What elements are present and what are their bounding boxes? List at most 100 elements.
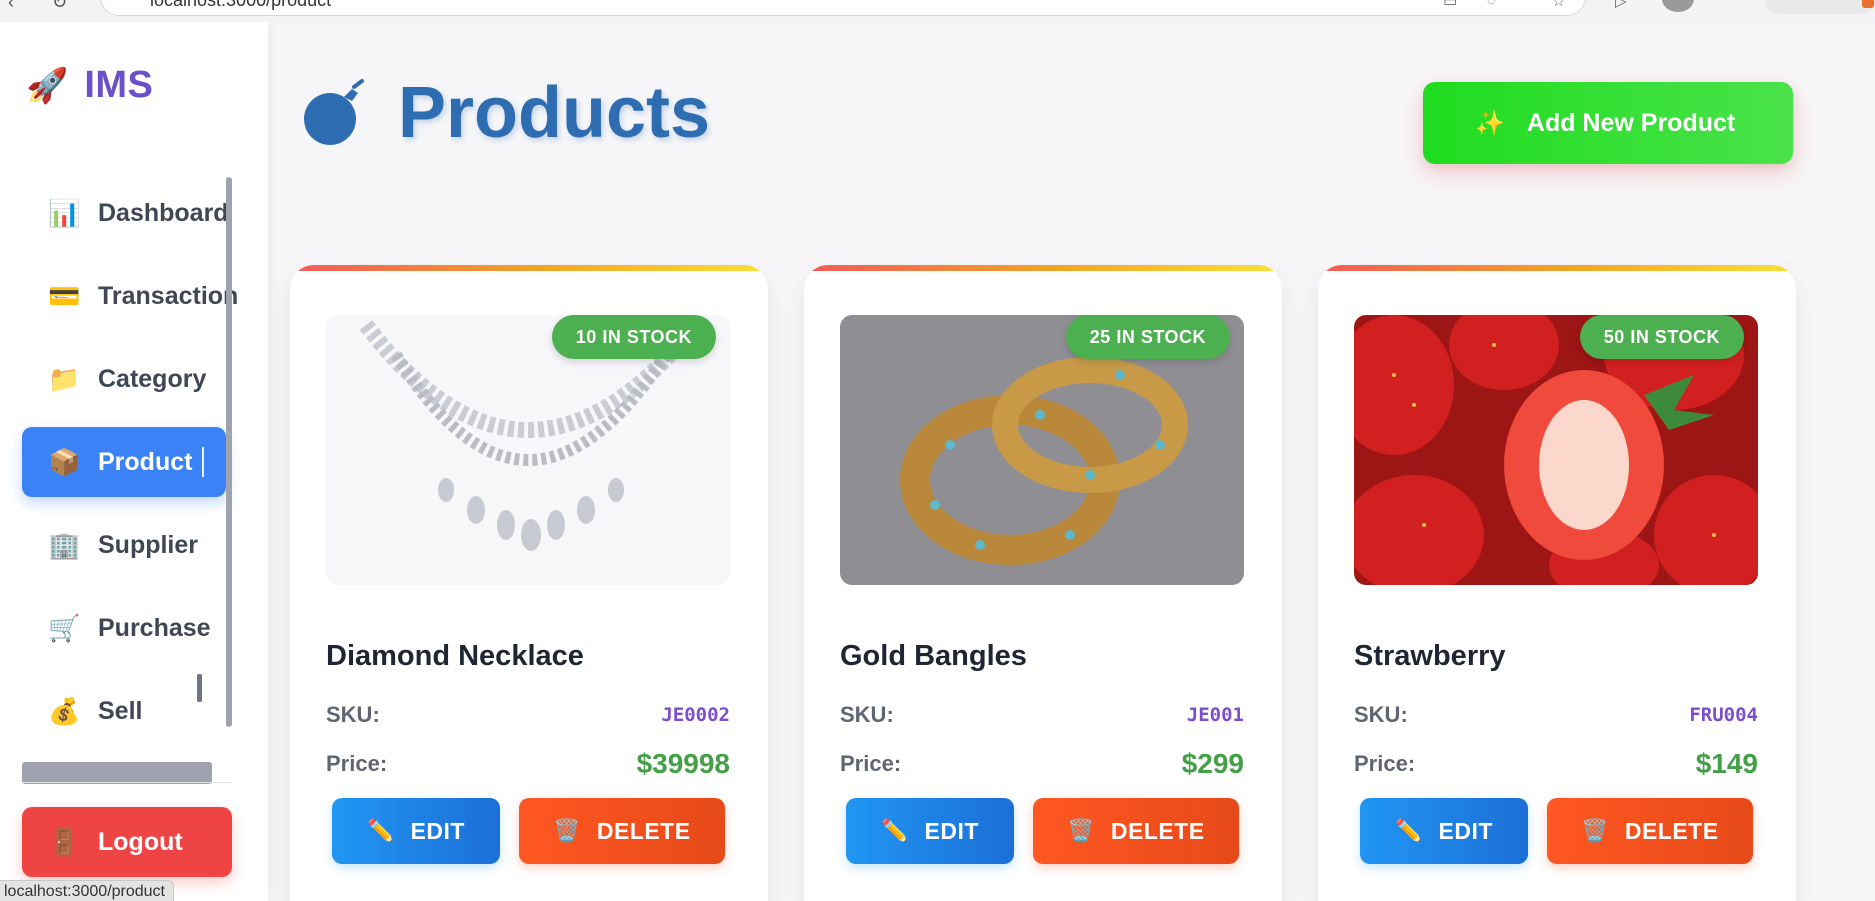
page-title: Products — [398, 73, 711, 153]
reload-icon[interactable]: ↻ — [52, 0, 67, 13]
back-icon[interactable]: ‹ — [8, 0, 14, 13]
price-value: $299 — [1181, 748, 1244, 779]
sidebar-item-label: Sell — [98, 696, 143, 725]
price-row: Price: $39998 — [326, 748, 730, 780]
credit-card-icon: 💳 — [48, 280, 81, 311]
sku-row: SKU: JE001 — [840, 702, 1244, 728]
wastebasket-icon: 🗑️ — [1067, 818, 1095, 843]
sku-value: FRU004 — [1689, 704, 1758, 726]
price-label: Price: — [326, 751, 388, 776]
sidebar-item-label: Product — [98, 447, 193, 476]
sidebar-divider — [22, 782, 232, 783]
stock-badge: 50 IN STOCK — [1579, 315, 1744, 359]
sku-value: JE0002 — [661, 704, 730, 726]
price-value: $39998 — [636, 748, 730, 779]
logout-button[interactable]: 🚪 Logout — [22, 807, 232, 877]
stock-badge: 10 IN STOCK — [551, 315, 716, 359]
product-card: 25 IN STOCK Gold Bangles SKU: JE001 Pric… — [804, 265, 1282, 901]
brand[interactable]: 🚀 IMS — [26, 64, 153, 107]
extensions-icon[interactable]: ▷ — [1615, 0, 1627, 10]
product-card: 10 IN STOCK Diamond Necklace SKU: JE0002… — [290, 265, 768, 901]
sku-row: SKU: JE0002 — [326, 702, 730, 728]
reader-icon[interactable]: ▭ — [1443, 0, 1457, 10]
edit-button[interactable]: ✏️ EDIT — [1360, 798, 1528, 864]
sku-value: JE001 — [1186, 704, 1244, 726]
product-name: Diamond Necklace — [326, 640, 584, 672]
price-value: $149 — [1695, 748, 1758, 779]
sidebar-item-label: Dashboard — [98, 198, 229, 227]
browser-menu-area[interactable] — [1765, 0, 1875, 14]
building-icon: 🏢 — [48, 529, 81, 560]
sidebar-item-purchase[interactable]: 🛒 Purchase — [22, 593, 226, 663]
sidebar-scroll-marker — [197, 674, 202, 702]
delete-button[interactable]: 🗑️ DELETE — [1547, 798, 1753, 864]
pencil-icon: ✏️ — [881, 818, 909, 843]
pencil-icon: ✏️ — [1395, 818, 1423, 843]
browser-toolbar: ‹ ↻ localhost:3000/product ▭ ◌ ☆ ▷ — [0, 0, 1875, 22]
shopping-cart-icon: 🛒 — [48, 612, 81, 643]
bar-chart-icon: 📊 — [48, 197, 81, 228]
edit-label: EDIT — [924, 817, 979, 844]
main-content: Products ✨ Add New Product 10 IN STOCK D… — [268, 22, 1875, 901]
price-label: Price: — [1354, 751, 1416, 776]
folder-icon: 📁 — [48, 363, 81, 394]
sku-label: SKU: — [1354, 702, 1408, 727]
status-bar-url: localhost:3000/product — [0, 880, 174, 901]
price-row: Price: $149 — [1354, 748, 1758, 780]
sidebar-item-label: Category — [98, 364, 207, 393]
rocket-icon: 🚀 — [26, 66, 69, 105]
wastebasket-icon: 🗑️ — [553, 818, 581, 843]
delete-label: DELETE — [1624, 817, 1719, 844]
sidebar-nav: 📊 Dashboard 💳 Transactions 📁 Category 📦 … — [0, 142, 238, 792]
sidebar-item-supplier[interactable]: 🏢 Supplier — [22, 510, 226, 580]
stock-badge: 25 IN STOCK — [1065, 315, 1230, 359]
page-header: Products — [300, 72, 710, 154]
price-label: Price: — [840, 751, 902, 776]
bomb-icon — [300, 79, 368, 147]
wastebasket-icon: 🗑️ — [1581, 818, 1609, 843]
pencil-icon: ✏️ — [367, 818, 395, 843]
price-row: Price: $299 — [840, 748, 1244, 780]
address-bar-text: localhost:3000/product — [150, 0, 332, 10]
add-new-product-button[interactable]: ✨ Add New Product — [1423, 82, 1793, 164]
sidebar-item-label: Purchase — [98, 613, 211, 642]
edit-label: EDIT — [410, 817, 465, 844]
product-name: Gold Bangles — [840, 640, 1027, 672]
profile-avatar[interactable] — [1662, 0, 1694, 12]
extension-icon[interactable] — [1862, 0, 1874, 8]
sku-label: SKU: — [326, 702, 380, 727]
product-name: Strawberry — [1354, 640, 1506, 672]
sidebar-item-dashboard[interactable]: 📊 Dashboard — [22, 178, 229, 248]
sidebar-item-category[interactable]: 📁 Category — [22, 344, 226, 414]
logout-label: Logout — [98, 827, 183, 856]
delete-button[interactable]: 🗑️ DELETE — [1033, 798, 1239, 864]
sidebar: 🚀 IMS 📊 Dashboard 💳 Transactions 📁 Categ… — [0, 22, 268, 901]
sidebar-scrollbar[interactable] — [226, 177, 232, 727]
brand-name: IMS — [84, 64, 154, 106]
sidebar-item-partial[interactable] — [22, 762, 212, 784]
sidebar-item-product[interactable]: 📦 Product — [22, 427, 226, 497]
edit-label: EDIT — [1438, 817, 1493, 844]
delete-button[interactable]: 🗑️ DELETE — [519, 798, 725, 864]
delete-label: DELETE — [596, 817, 691, 844]
sku-label: SKU: — [840, 702, 894, 727]
edit-button[interactable]: ✏️ EDIT — [332, 798, 500, 864]
product-card: 50 IN STOCK Strawberry SKU: FRU004 Price… — [1318, 265, 1796, 901]
card-accent-bar — [1318, 265, 1796, 271]
edit-button[interactable]: ✏️ EDIT — [846, 798, 1014, 864]
sidebar-item-transactions[interactable]: 💳 Transactions — [22, 261, 238, 331]
bookmark-star-icon[interactable]: ☆ — [1552, 0, 1565, 10]
sku-row: SKU: FRU004 — [1354, 702, 1758, 728]
delete-label: DELETE — [1110, 817, 1205, 844]
door-icon: 🚪 — [48, 826, 81, 857]
card-accent-bar — [290, 265, 768, 271]
money-bag-icon: 💰 — [48, 695, 81, 726]
sparkles-icon: ✨ — [1475, 109, 1505, 137]
sidebar-item-label: Supplier — [98, 530, 199, 559]
sidebar-item-label: Transactions — [98, 281, 238, 310]
info-icon[interactable]: ◌ — [1487, 0, 1496, 9]
card-accent-bar — [804, 265, 1282, 271]
package-icon: 📦 — [48, 446, 81, 477]
add-new-product-label: Add New Product — [1526, 108, 1736, 137]
sidebar-item-sell[interactable]: 💰 Sell — [22, 676, 226, 746]
